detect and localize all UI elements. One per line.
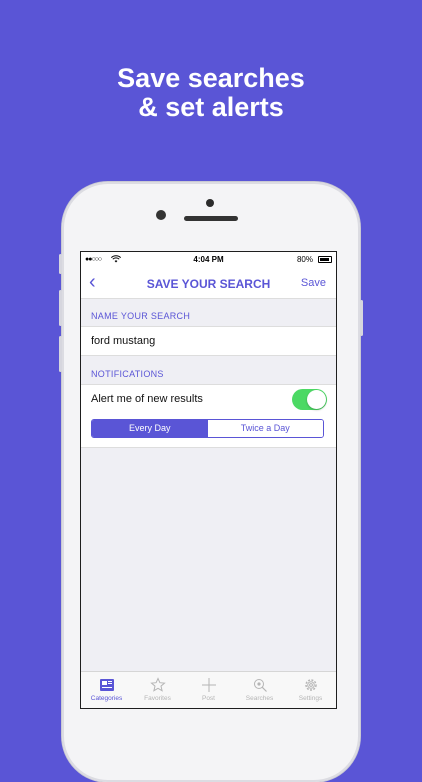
mute-switch (59, 254, 62, 274)
tab-categories[interactable]: Categories (81, 672, 132, 708)
power-button (360, 300, 363, 336)
tab-label: Post (201, 695, 215, 702)
tab-favorites[interactable]: Favorites (132, 672, 183, 708)
alert-row: Alert me of new results Every Day Twice … (81, 384, 336, 448)
name-search-label: NAME YOUR SEARCH (91, 311, 191, 321)
speaker-grille (184, 216, 238, 221)
tab-label: Searches (245, 695, 274, 702)
categories-icon (99, 679, 114, 691)
headline-line-1: Save searches (117, 63, 305, 93)
page-title: SAVE YOUR SEARCH (146, 277, 271, 291)
nav-bar: ‹ SAVE YOUR SEARCH Save (81, 268, 336, 299)
notifications-label: NOTIFICATIONS (91, 369, 164, 379)
plus-icon (201, 678, 216, 692)
app-screen: ●●○○○ 4:04 PM 80% ‹ SAVE YOUR SEARCH Sav… (80, 251, 337, 709)
tab-bar: Categories Favorites Post Searches Setti… (81, 671, 336, 708)
tab-label: Favorites (144, 695, 171, 702)
search-icon (253, 679, 267, 692)
volume-down-button (59, 336, 62, 372)
frequency-segmented-control: Every Day Twice a Day (91, 419, 324, 438)
search-name-field[interactable]: ford mustang (81, 326, 336, 356)
gear-icon (304, 679, 317, 691)
status-bar: ●●○○○ 4:04 PM 80% (81, 252, 336, 268)
front-camera (156, 210, 166, 220)
frequency-option-twice-a-day[interactable]: Twice a Day (207, 420, 323, 437)
tab-label: Categories (90, 695, 123, 702)
save-button[interactable]: Save (301, 277, 326, 289)
battery-percent: 80% (296, 255, 313, 264)
volume-up-button (59, 290, 62, 326)
tab-post[interactable]: Post (183, 672, 234, 708)
headline-line-2: & set alerts (138, 92, 284, 122)
search-name-value: ford mustang (91, 335, 156, 347)
tab-searches[interactable]: Searches (234, 672, 285, 708)
battery-icon (318, 256, 332, 263)
alert-toggle[interactable] (292, 389, 327, 410)
alert-label: Alert me of new results (91, 393, 203, 405)
camera-dot (206, 199, 214, 207)
tab-label: Settings (298, 695, 323, 702)
tab-settings[interactable]: Settings (285, 672, 336, 708)
star-icon (149, 677, 166, 692)
frequency-option-every-day[interactable]: Every Day (92, 420, 208, 437)
